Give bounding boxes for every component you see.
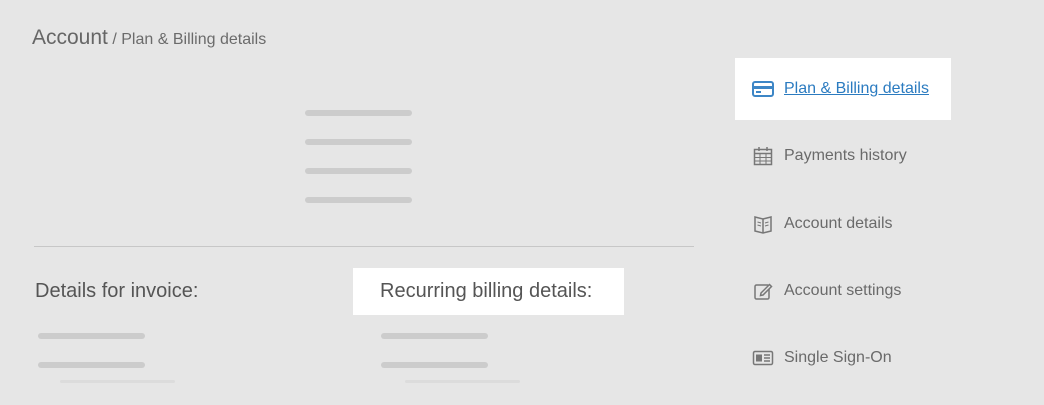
loading-placeholder-line bbox=[305, 197, 412, 203]
loading-placeholder-line bbox=[38, 362, 145, 368]
loading-placeholder-line bbox=[305, 139, 412, 145]
credit-card-icon bbox=[752, 78, 774, 100]
sidebar-item-account-settings[interactable]: Account settings bbox=[735, 260, 951, 322]
sidebar-item-label[interactable]: Plan & Billing details bbox=[784, 80, 929, 98]
breadcrumb-separator: / bbox=[112, 31, 117, 48]
loading-placeholder-line bbox=[305, 168, 412, 174]
recurring-billing-title: Recurring billing details: bbox=[380, 280, 593, 302]
loading-placeholder-line bbox=[381, 362, 488, 368]
sidebar-item-label[interactable]: Payments history bbox=[784, 147, 907, 165]
calendar-icon bbox=[752, 145, 774, 167]
edit-icon bbox=[752, 280, 774, 302]
id-card-icon bbox=[752, 347, 774, 369]
invoice-details-title: Details for invoice: bbox=[35, 280, 199, 302]
loading-placeholder-line bbox=[305, 110, 412, 116]
sidebar-item-label[interactable]: Account details bbox=[784, 215, 893, 233]
loading-placeholder-line bbox=[60, 380, 175, 383]
breadcrumb-root[interactable]: Account bbox=[32, 26, 108, 49]
loading-placeholder-line bbox=[38, 333, 145, 339]
sidebar-item-label[interactable]: Single Sign-On bbox=[784, 349, 892, 367]
loading-placeholder-line bbox=[405, 380, 520, 383]
sidebar-item-plan-billing[interactable]: Plan & Billing details bbox=[735, 58, 951, 120]
book-icon bbox=[752, 213, 774, 235]
breadcrumb: Account / Plan & Billing details bbox=[32, 26, 266, 50]
loading-placeholder-line bbox=[381, 333, 488, 339]
sidebar-item-account-details[interactable]: Account details bbox=[735, 193, 951, 255]
section-divider bbox=[34, 246, 694, 247]
recurring-billing-panel: Recurring billing details: bbox=[353, 268, 624, 315]
sidebar-item-payments-history[interactable]: Payments history bbox=[735, 125, 951, 187]
sidebar-item-single-sign-on[interactable]: Single Sign-On bbox=[735, 327, 951, 389]
breadcrumb-current: Plan & Billing details bbox=[121, 31, 267, 48]
sidebar-item-label[interactable]: Account settings bbox=[784, 282, 901, 300]
